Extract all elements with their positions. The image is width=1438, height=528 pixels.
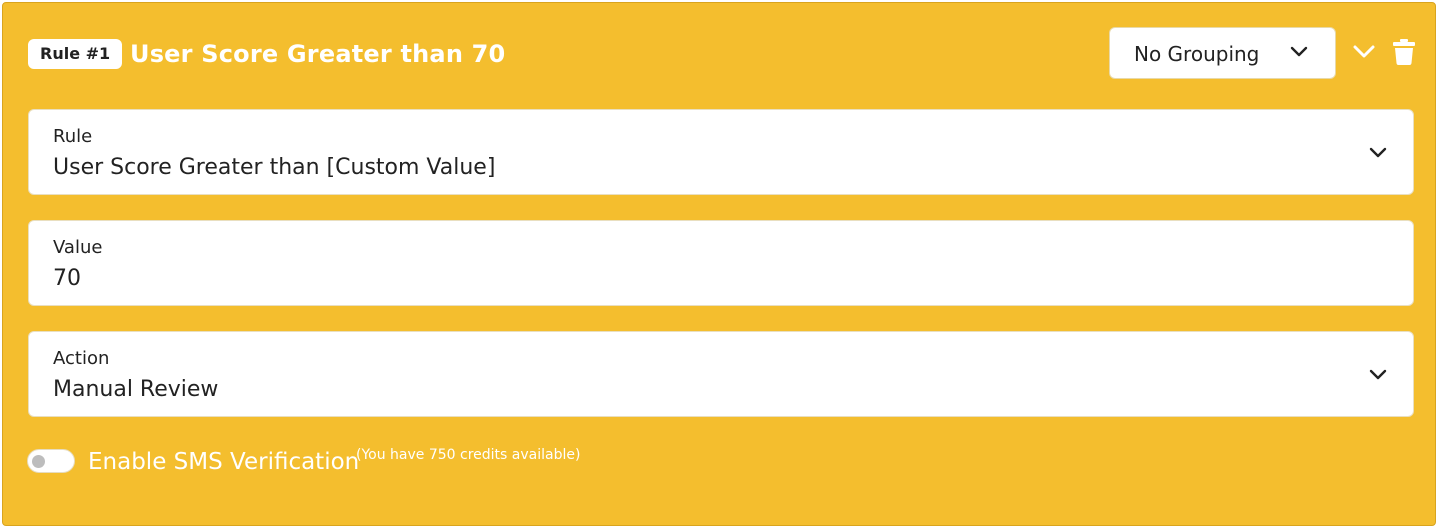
rule-title: User Score Greater than 70: [130, 40, 506, 68]
grouping-selected-value: No Grouping: [1134, 42, 1260, 66]
rule-number-badge: Rule #1: [28, 39, 123, 69]
sms-verification-label: Enable SMS Verification: [88, 449, 360, 475]
rule-card: Rule #1 User Score Greater than 70 No Gr…: [2, 2, 1436, 526]
chevron-down-icon: [1369, 147, 1387, 158]
rule-select-field[interactable]: Rule User Score Greater than [Custom Val…: [28, 109, 1414, 195]
grouping-select[interactable]: No Grouping: [1109, 27, 1336, 79]
rule-header: Rule #1 User Score Greater than 70 No Gr…: [3, 3, 1435, 103]
action-select-field[interactable]: Action Manual Review: [28, 331, 1414, 417]
sms-verification-toggle[interactable]: [27, 449, 75, 473]
chevron-down-icon: [1369, 369, 1387, 380]
value-input-field[interactable]: Value 70: [28, 220, 1414, 306]
rule-field-value: User Score Greater than [Custom Value]: [53, 155, 496, 180]
chevron-down-icon: [1290, 46, 1308, 57]
value-field-label: Value: [53, 237, 103, 258]
action-field-value: Manual Review: [53, 377, 219, 402]
action-field-label: Action: [53, 348, 110, 369]
sms-credits-note: (You have 750 credits available): [356, 447, 581, 463]
collapse-chevron-icon[interactable]: [1353, 45, 1375, 59]
trash-icon[interactable]: [1393, 39, 1415, 65]
rule-field-label: Rule: [53, 126, 93, 147]
toggle-knob: [32, 455, 45, 468]
value-field-value[interactable]: 70: [53, 265, 81, 293]
